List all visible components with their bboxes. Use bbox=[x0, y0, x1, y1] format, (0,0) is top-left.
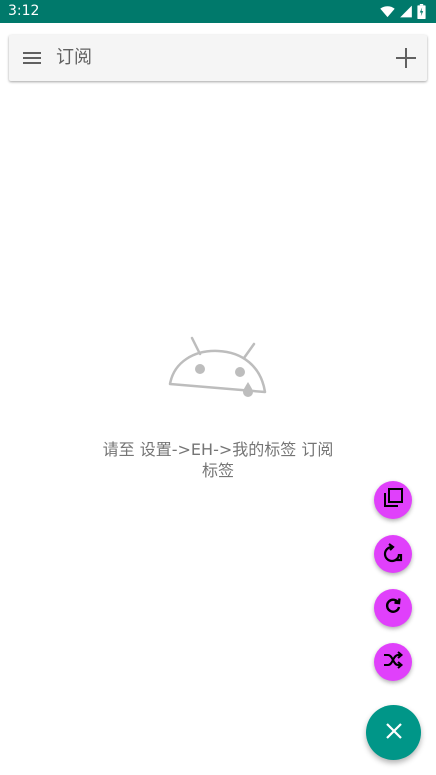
status-icons bbox=[380, 4, 426, 20]
search-toolbar: 订阅 bbox=[9, 35, 427, 81]
wifi-icon bbox=[380, 4, 395, 19]
shuffle-icon bbox=[381, 648, 405, 676]
copy-icon bbox=[381, 486, 405, 514]
status-bar: 3:12 bbox=[0, 0, 436, 23]
rotate-refresh-icon bbox=[381, 540, 405, 568]
copy-button[interactable] bbox=[374, 481, 412, 519]
add-button[interactable] bbox=[391, 43, 421, 73]
close-icon bbox=[383, 720, 405, 746]
empty-state-message: 请至 设置->EH->我的标签 订阅标签 bbox=[102, 440, 334, 480]
status-time: 3:12 bbox=[8, 3, 40, 19]
refresh-icon bbox=[381, 594, 405, 622]
shuffle-button[interactable] bbox=[374, 643, 412, 681]
menu-button[interactable] bbox=[17, 43, 47, 73]
menu-icon bbox=[17, 52, 47, 77]
battery-icon bbox=[417, 4, 426, 20]
cellular-signal-icon bbox=[399, 4, 413, 19]
close-menu-fab[interactable] bbox=[366, 705, 421, 760]
page-title: 订阅 bbox=[56, 47, 92, 68]
refresh-button[interactable] bbox=[374, 589, 412, 627]
sad-android-icon bbox=[166, 334, 270, 400]
plus-icon bbox=[391, 48, 421, 77]
rotate-refresh-button[interactable] bbox=[374, 535, 412, 573]
